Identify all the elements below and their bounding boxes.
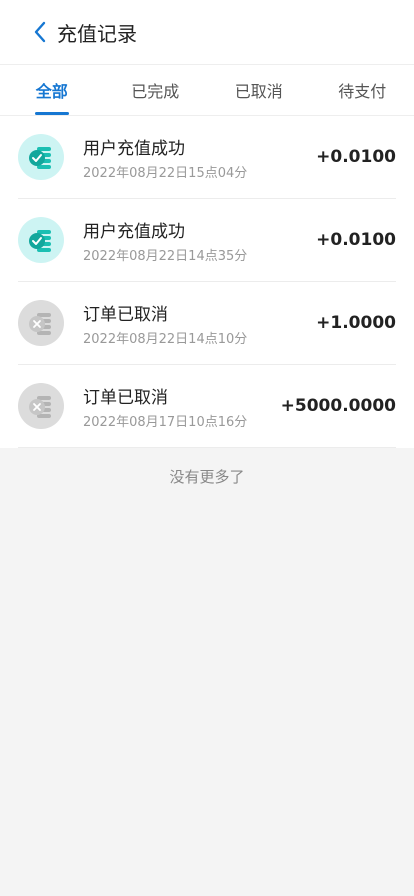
tab-bar: 全部 已完成 已取消 待支付 xyxy=(0,64,414,116)
tab-pending[interactable]: 待支付 xyxy=(311,65,414,115)
record-row[interactable]: 用户充值成功 2022年08月22日15点04分 +0.0100 xyxy=(18,116,396,199)
chevron-left-icon xyxy=(34,21,46,43)
page-title: 充值记录 xyxy=(57,21,137,46)
record-amount: +0.0100 xyxy=(316,230,396,250)
coin-check-icon xyxy=(18,134,64,180)
back-button[interactable] xyxy=(20,12,60,52)
tab-cancelled[interactable]: 已取消 xyxy=(207,65,311,115)
record-title: 用户充值成功 xyxy=(83,138,185,159)
coin-cancel-icon xyxy=(18,300,64,346)
record-time: 2022年08月17日10点16分 xyxy=(83,414,248,430)
record-row[interactable]: 用户充值成功 2022年08月22日14点35分 +0.0100 xyxy=(18,199,396,282)
record-title: 订单已取消 xyxy=(83,304,168,325)
coin-check-icon xyxy=(18,217,64,263)
record-list: 用户充值成功 2022年08月22日15点04分 +0.0100 用户充值成功 … xyxy=(0,116,414,448)
record-amount: +5000.0000 xyxy=(280,396,396,416)
no-more-text: 没有更多了 xyxy=(169,468,245,486)
record-row[interactable]: 订单已取消 2022年08月17日10点16分 +5000.0000 xyxy=(18,365,396,448)
record-amount: +0.0100 xyxy=(316,147,396,167)
record-amount: +1.0000 xyxy=(316,313,396,333)
record-title: 订单已取消 xyxy=(83,387,168,408)
record-time: 2022年08月22日14点35分 xyxy=(83,248,248,264)
tab-completed[interactable]: 已完成 xyxy=(104,65,208,115)
tab-all[interactable]: 全部 xyxy=(0,65,104,115)
record-time: 2022年08月22日15点04分 xyxy=(83,165,248,181)
record-title: 用户充值成功 xyxy=(83,221,185,242)
record-time: 2022年08月22日14点10分 xyxy=(83,331,248,347)
record-row[interactable]: 订单已取消 2022年08月22日14点10分 +1.0000 xyxy=(18,282,396,365)
top-bar: 充值记录 xyxy=(0,0,414,64)
coin-cancel-icon xyxy=(18,383,64,429)
